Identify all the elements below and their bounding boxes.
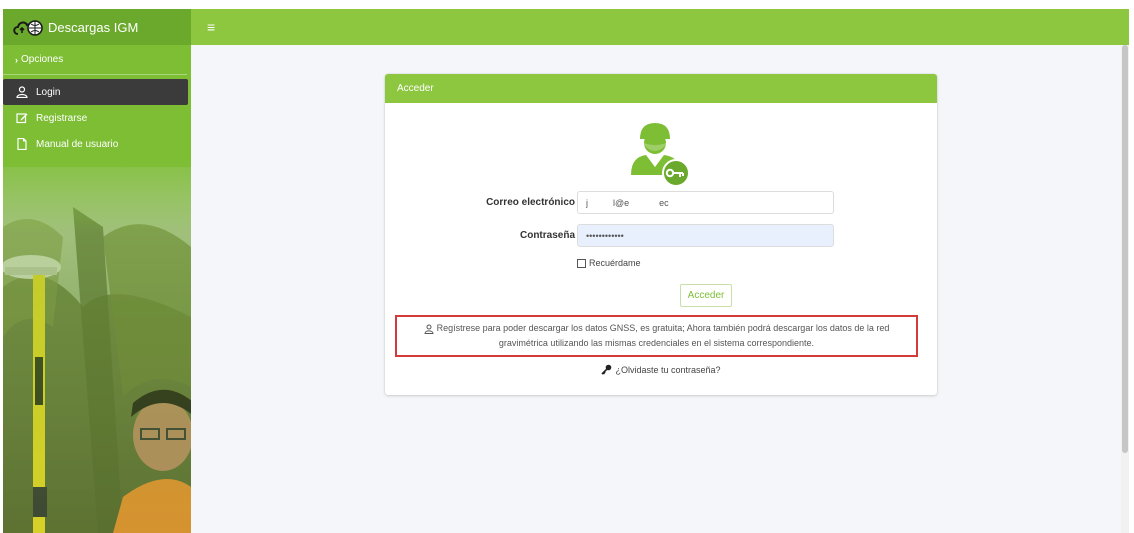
sidebar-menu: Login Registrarse Manual de usuario: [3, 79, 191, 157]
sidebar-item-label: Login: [36, 86, 61, 98]
main-content: Acceder Correo electrónico Contraseña: [191, 45, 1121, 533]
edit-icon: [16, 113, 28, 124]
chevron-right-icon: ›: [15, 54, 18, 65]
user-icon: [16, 86, 28, 98]
hamburger-icon[interactable]: ≡: [207, 19, 215, 35]
sidebar-photo: [3, 167, 191, 533]
app-title: Descargas IGM: [48, 19, 139, 35]
submit-button[interactable]: Acceder: [680, 284, 732, 307]
sidebar-item-manual[interactable]: Manual de usuario: [3, 131, 188, 157]
brand[interactable]: Descargas IGM: [3, 9, 191, 45]
email-label: Correo electrónico: [486, 197, 575, 208]
remember-me[interactable]: Recuérdame: [577, 258, 641, 268]
app-window: Descargas IGM › Opciones Login Registrar…: [3, 9, 1129, 533]
sidebar: Descargas IGM › Opciones Login Registrar…: [3, 9, 191, 533]
remember-checkbox[interactable]: [577, 258, 586, 268]
forgot-password-label: ¿Olvidaste tu contraseña?: [615, 364, 721, 375]
sidebar-item-label: Manual de usuario: [36, 138, 119, 150]
options-label: Opciones: [21, 54, 64, 65]
email-field[interactable]: [577, 191, 834, 214]
email-row: Correo electrónico: [385, 191, 937, 215]
user-key-icon: [631, 123, 690, 187]
remember-label: Recuérdame: [589, 258, 641, 268]
key-icon: [601, 364, 612, 375]
user-icon: [424, 324, 434, 334]
document-icon: [17, 138, 27, 150]
sidebar-item-registrarse[interactable]: Registrarse: [3, 105, 188, 131]
cloud-globe-icon: [13, 20, 43, 36]
vertical-scrollbar[interactable]: [1121, 45, 1129, 533]
sidebar-item-login[interactable]: Login: [3, 79, 188, 105]
notice-text-2: gravimétrica utilizando las mismas crede…: [498, 338, 815, 348]
registration-notice: Regístrese para poder descargar los dato…: [395, 315, 918, 357]
login-card: Acceder Correo electrónico Contraseña: [385, 74, 937, 395]
login-card-header: Acceder: [385, 74, 937, 103]
password-label: Contraseña: [519, 230, 575, 241]
notice-line-1: Regístrese para poder descargar los dato…: [424, 321, 890, 336]
sidebar-item-label: Registrarse: [36, 112, 88, 124]
scrollbar-thumb[interactable]: [1122, 45, 1128, 453]
notice-text-1: Regístrese para poder descargar los dato…: [436, 323, 890, 333]
top-navbar: ≡: [191, 9, 1129, 45]
forgot-password-link[interactable]: ¿Olvidaste tu contraseña?: [385, 364, 937, 375]
options-section[interactable]: › Opciones: [3, 45, 187, 75]
password-row: Contraseña: [385, 224, 937, 248]
password-field[interactable]: [577, 224, 834, 247]
